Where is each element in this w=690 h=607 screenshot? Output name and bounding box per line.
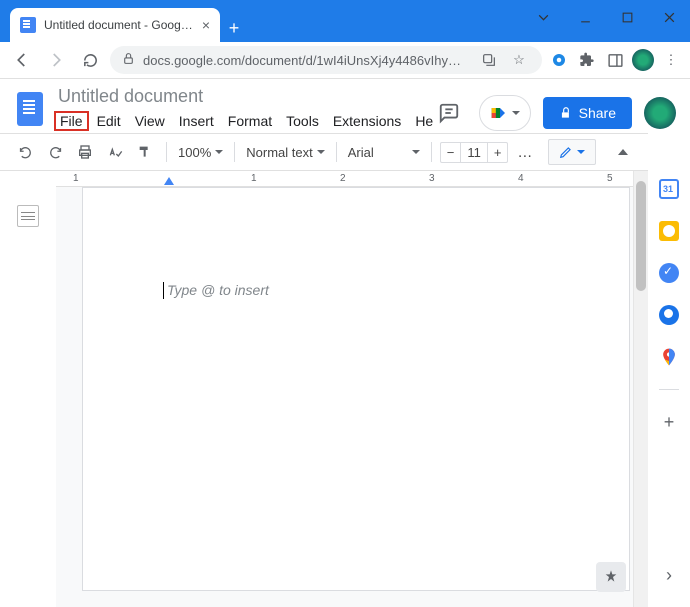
lock-icon xyxy=(122,52,135,68)
indent-marker-icon[interactable] xyxy=(164,177,174,185)
chrome-menu-icon[interactable]: ⋮ xyxy=(660,49,682,71)
tab-title: Untitled document - Google Doc xyxy=(44,18,194,32)
menu-format[interactable]: Format xyxy=(222,111,278,131)
window-close-button[interactable] xyxy=(648,0,690,34)
hide-side-panel-button[interactable]: › xyxy=(666,565,672,586)
zoom-select[interactable]: 100% xyxy=(175,145,226,160)
google-meet-icon xyxy=(490,103,510,123)
vertical-scrollbar[interactable] xyxy=(633,171,648,607)
extensions-puzzle-icon[interactable] xyxy=(576,49,598,71)
docs-logo-icon xyxy=(17,92,43,126)
comment-history-button[interactable] xyxy=(431,95,467,131)
menu-tools[interactable]: Tools xyxy=(280,111,325,131)
explore-button[interactable] xyxy=(596,562,626,592)
font-size-value[interactable]: 11 xyxy=(461,143,487,162)
account-avatar[interactable] xyxy=(644,97,676,129)
tasks-sidebar-icon[interactable] xyxy=(659,263,679,283)
menu-insert[interactable]: Insert xyxy=(173,111,220,131)
pencil-icon xyxy=(559,145,573,159)
menu-edit[interactable]: Edit xyxy=(91,111,127,131)
font-family-select[interactable]: Arial xyxy=(345,145,423,160)
chrome-account-chevron-icon[interactable] xyxy=(522,0,564,34)
extension-ghostery-icon[interactable] xyxy=(548,49,570,71)
chevron-down-icon xyxy=(512,111,520,115)
side-panel-icon[interactable] xyxy=(604,49,626,71)
font-size-increase-button[interactable]: + xyxy=(487,143,508,162)
hide-menus-button[interactable] xyxy=(610,139,636,165)
document-title[interactable]: Untitled document xyxy=(54,85,431,108)
undo-button[interactable] xyxy=(12,139,38,165)
calendar-sidebar-icon[interactable] xyxy=(659,179,679,199)
share-label: Share xyxy=(579,105,616,121)
get-addons-button[interactable]: + xyxy=(664,412,675,433)
placeholder-text: Type @ to insert xyxy=(167,282,269,298)
menu-view[interactable]: View xyxy=(129,111,171,131)
paragraph-style-select[interactable]: Normal text xyxy=(243,145,327,160)
more-toolbar-button[interactable]: … xyxy=(512,139,538,165)
contacts-sidebar-icon[interactable] xyxy=(659,305,679,325)
editing-mode-button[interactable] xyxy=(548,139,596,165)
font-size-decrease-button[interactable]: − xyxy=(441,143,462,162)
redo-button[interactable] xyxy=(42,139,68,165)
window-maximize-button[interactable] xyxy=(606,0,648,34)
print-button[interactable] xyxy=(72,139,98,165)
menu-file[interactable]: File xyxy=(54,111,89,131)
url-text: docs.google.com/document/d/1wI4iUnsXj4y4… xyxy=(143,53,470,68)
keep-sidebar-icon[interactable] xyxy=(659,221,679,241)
document-canvas[interactable]: Type @ to insert xyxy=(82,187,630,591)
new-tab-button[interactable]: + xyxy=(220,14,248,42)
maps-sidebar-icon[interactable] xyxy=(659,347,679,367)
sidebar-separator xyxy=(659,389,679,390)
horizontal-ruler[interactable]: 1 1 2 3 4 5 xyxy=(56,171,633,187)
close-tab-icon[interactable]: × xyxy=(202,17,210,33)
window-minimize-button[interactable] xyxy=(564,0,606,34)
forward-button[interactable] xyxy=(42,46,70,74)
docs-favicon-icon xyxy=(20,17,36,33)
share-button[interactable]: Share xyxy=(543,97,632,129)
chrome-profile-avatar[interactable] xyxy=(632,49,654,71)
document-outline-button[interactable] xyxy=(17,205,39,227)
docs-home-button[interactable] xyxy=(12,85,48,133)
paint-format-button[interactable] xyxy=(132,139,158,165)
share-url-icon[interactable] xyxy=(478,49,500,71)
spellcheck-button[interactable] xyxy=(102,139,128,165)
menu-extensions[interactable]: Extensions xyxy=(327,111,407,131)
address-bar[interactable]: docs.google.com/document/d/1wI4iUnsXj4y4… xyxy=(110,46,542,74)
reload-button[interactable] xyxy=(76,46,104,74)
bookmark-star-icon[interactable]: ☆ xyxy=(508,49,530,71)
back-button[interactable] xyxy=(8,46,36,74)
join-call-button[interactable] xyxy=(479,95,531,131)
chevron-down-icon xyxy=(577,150,585,154)
browser-tab[interactable]: Untitled document - Google Doc × xyxy=(10,8,220,42)
